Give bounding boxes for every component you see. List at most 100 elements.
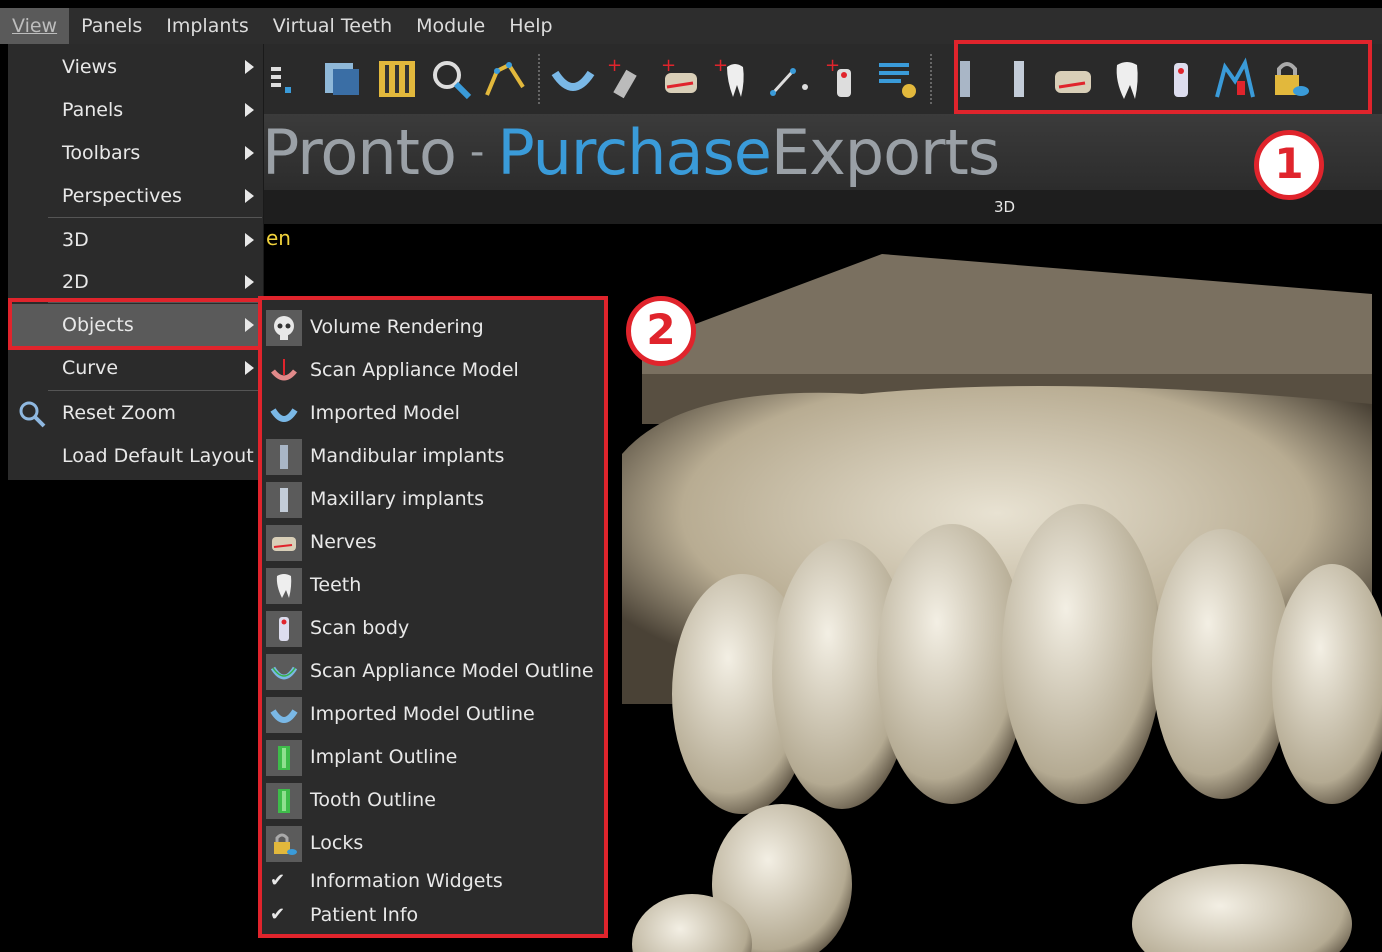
checkmark-icon: ✔ — [270, 904, 286, 925]
menu-item-label: 2D — [62, 271, 89, 293]
add-nerve-icon[interactable]: + — [658, 56, 704, 102]
menu-item-label: Curve — [62, 357, 119, 379]
menu-item-load-default-layout[interactable]: Load Default Layout — [8, 435, 264, 477]
curve-icon[interactable] — [482, 56, 528, 102]
submenu-arrow-icon — [245, 189, 254, 203]
outline-toggle-icon[interactable] — [1212, 56, 1258, 102]
menu-item-label: Toolbars — [62, 142, 141, 164]
menu-item-teeth[interactable]: Teeth — [262, 564, 604, 606]
skull-icon — [266, 310, 302, 346]
menu-item-label: Load Default Layout — [62, 445, 254, 467]
menu-item-toolbars[interactable]: Toolbars — [8, 132, 264, 174]
menu-separator — [48, 217, 262, 218]
implant-icon — [266, 439, 302, 475]
view-header: 3D — [262, 190, 1382, 224]
submenu-arrow-icon — [245, 146, 254, 160]
menu-view[interactable]: View — [0, 8, 70, 44]
view-title: 3D — [994, 198, 1016, 216]
menu-item-panels[interactable]: Panels — [8, 89, 264, 131]
menu-item-locks[interactable]: Locks — [262, 822, 604, 864]
menu-bar: View Panels Implants Virtual Teeth Modul… — [0, 8, 1382, 44]
svg-text:+: + — [661, 57, 676, 76]
menu-help[interactable]: Help — [497, 8, 564, 44]
menu-implants[interactable]: Implants — [154, 8, 261, 44]
menu-item-label: Objects — [62, 314, 134, 336]
locks-toggle-icon[interactable] — [1266, 56, 1312, 102]
measure-icon[interactable] — [766, 56, 812, 102]
callout-badge-2: 2 — [626, 296, 696, 366]
submenu-arrow-icon — [245, 361, 254, 375]
menu-item-2d[interactable]: 2D — [8, 261, 264, 303]
menu-item-label: Patient Info — [310, 904, 419, 926]
menu-item-imported-model-outline[interactable]: Imported Model Outline — [262, 693, 604, 735]
menu-item-curve[interactable]: Curve — [8, 347, 264, 389]
menu-item-reset-zoom[interactable]: Reset Zoom — [8, 392, 264, 434]
menu-item-3d[interactable]: 3D — [8, 219, 264, 261]
objects-submenu: Volume Rendering Scan Appliance Model Im… — [258, 296, 608, 938]
implant-outline-icon — [266, 740, 302, 776]
toolbar-separator — [930, 54, 932, 104]
menu-item-label: Scan Appliance Model — [310, 359, 519, 381]
menu-item-label: Locks — [310, 832, 364, 854]
menu-item-label: Teeth — [310, 574, 362, 596]
scan-body-toggle-icon[interactable] — [1158, 56, 1204, 102]
submenu-arrow-icon — [245, 233, 254, 247]
menu-item-patient-info[interactable]: ✔ Patient Info — [262, 894, 604, 936]
submenu-arrow-icon — [245, 60, 254, 74]
menu-item-volume-rendering[interactable]: Volume Rendering — [262, 306, 604, 348]
menu-item-tooth-outline[interactable]: Tooth Outline — [262, 779, 604, 821]
menu-item-imported-model[interactable]: Imported Model — [262, 392, 604, 434]
menu-separator — [48, 302, 262, 303]
menu-item-scan-appliance-model[interactable]: Scan Appliance Model — [262, 349, 604, 391]
menu-item-label: Mandibular implants — [310, 445, 505, 467]
add-tooth-icon[interactable]: + — [712, 56, 758, 102]
menu-item-label: Panels — [62, 99, 124, 121]
add-scan-body-icon[interactable]: + — [820, 56, 866, 102]
settings-list-icon[interactable] — [874, 56, 920, 102]
arch-icon[interactable] — [550, 56, 596, 102]
menu-virtual-teeth[interactable]: Virtual Teeth — [261, 8, 404, 44]
nerve-icon — [266, 525, 302, 561]
menu-item-label: Scan Appliance Model Outline — [310, 660, 594, 682]
brand-dash: - — [469, 129, 484, 175]
menu-item-label: Scan body — [310, 617, 410, 639]
mandibular-implant-toggle-icon[interactable] — [942, 56, 988, 102]
menu-item-label: Tooth Outline — [310, 789, 436, 811]
scan-body-icon — [266, 611, 302, 647]
scan-appliance-icon — [266, 353, 302, 389]
slice-view-icon[interactable] — [320, 56, 366, 102]
menu-module[interactable]: Module — [404, 8, 497, 44]
menu-item-scan-body[interactable]: Scan body — [262, 607, 604, 649]
menu-item-perspectives[interactable]: Perspectives — [8, 175, 264, 217]
menu-panels[interactable]: Panels — [69, 8, 154, 44]
scan-appliance-outline-icon — [266, 654, 302, 690]
submenu-arrow-icon — [245, 318, 254, 332]
menu-item-label: Views — [62, 56, 117, 78]
brand-part3: Exports — [770, 115, 1000, 189]
menu-item-implant-outline[interactable]: Implant Outline — [262, 736, 604, 778]
layout-icon[interactable] — [266, 56, 312, 102]
add-implant-icon[interactable]: + — [604, 56, 650, 102]
adjust-icon[interactable] — [374, 56, 420, 102]
menu-item-nerves[interactable]: Nerves — [262, 521, 604, 563]
callout-badge-1: 1 — [1254, 130, 1324, 200]
menu-item-mandibular-implants[interactable]: Mandibular implants — [262, 435, 604, 477]
nerves-toggle-icon[interactable] — [1050, 56, 1096, 102]
menu-item-maxillary-implants[interactable]: Maxillary implants — [262, 478, 604, 520]
toolbar-separator — [538, 54, 540, 104]
menu-item-label: Reset Zoom — [62, 402, 176, 424]
brand-banner: Pronto - Purchase Exports — [262, 114, 1382, 190]
menu-separator — [48, 390, 262, 391]
menu-item-views[interactable]: Views — [8, 46, 264, 88]
zoom-icon[interactable] — [428, 56, 474, 102]
implant-icon — [266, 482, 302, 518]
view-dropdown-menu: Views Panels Toolbars Perspectives 3D 2D… — [8, 44, 264, 480]
teeth-toggle-icon[interactable] — [1104, 56, 1150, 102]
menu-item-scan-appliance-model-outline[interactable]: Scan Appliance Model Outline — [262, 650, 604, 692]
menu-item-label: Implant Outline — [310, 746, 458, 768]
submenu-arrow-icon — [245, 275, 254, 289]
menu-item-label: Nerves — [310, 531, 377, 553]
menu-item-objects[interactable]: Objects — [8, 304, 264, 346]
tooth-outline-icon — [266, 783, 302, 819]
maxillary-implant-toggle-icon[interactable] — [996, 56, 1042, 102]
